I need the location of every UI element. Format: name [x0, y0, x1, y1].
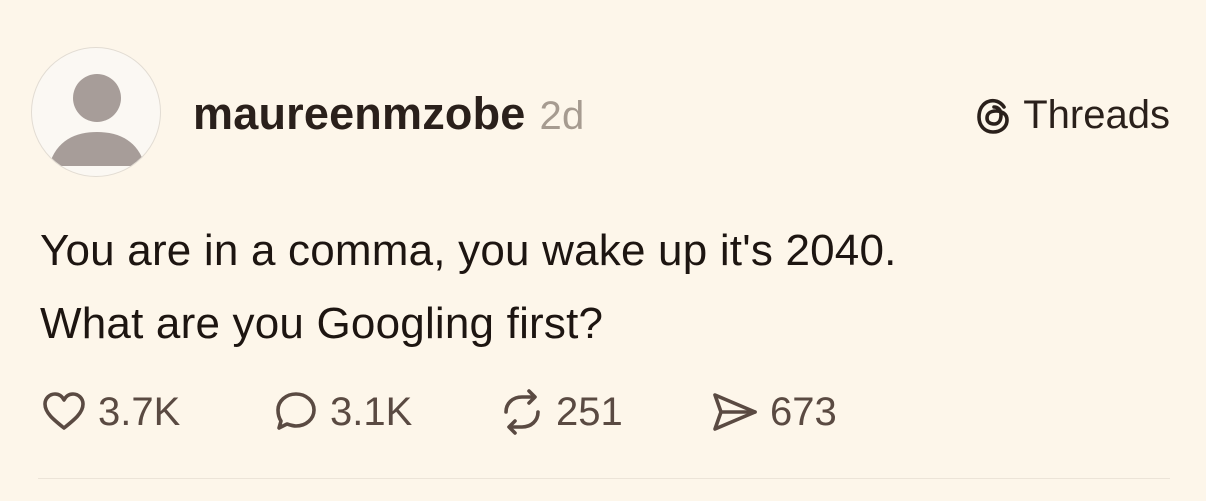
- like-button[interactable]: 3.7K: [40, 388, 180, 436]
- share-button[interactable]: 673: [710, 388, 837, 436]
- post-text-line: What are you Googling first?: [40, 299, 604, 348]
- repost-count: 251: [556, 389, 623, 434]
- threads-brand[interactable]: Threads: [973, 93, 1170, 138]
- threads-logo-icon: [977, 98, 1010, 134]
- repost-arrows-icon: [504, 389, 540, 435]
- username-link[interactable]: maureenmzobe: [193, 88, 526, 139]
- brand-label: Threads: [1023, 93, 1170, 137]
- post-body: You are in a comma, you wake up it's 204…: [40, 214, 1170, 360]
- like-count: 3.7K: [98, 389, 181, 434]
- post-timestamp: 2d: [539, 94, 585, 138]
- reply-button[interactable]: 3.1K: [272, 388, 412, 436]
- speech-bubble-icon: [276, 392, 316, 430]
- paper-plane-icon: [713, 393, 757, 431]
- divider: [38, 478, 1170, 479]
- post-header: maureenmzobe 2d: [193, 88, 584, 140]
- heart-icon: [43, 392, 85, 430]
- repost-button[interactable]: 251: [498, 388, 623, 436]
- share-count: 673: [770, 389, 837, 434]
- post-text-line: You are in a comma, you wake up it's 204…: [40, 226, 897, 275]
- avatar[interactable]: [31, 47, 161, 177]
- default-avatar-icon: [49, 74, 145, 166]
- threads-post-card: maureenmzobe 2d Threads You are in a comm…: [0, 0, 1206, 501]
- reply-count: 3.1K: [330, 389, 413, 434]
